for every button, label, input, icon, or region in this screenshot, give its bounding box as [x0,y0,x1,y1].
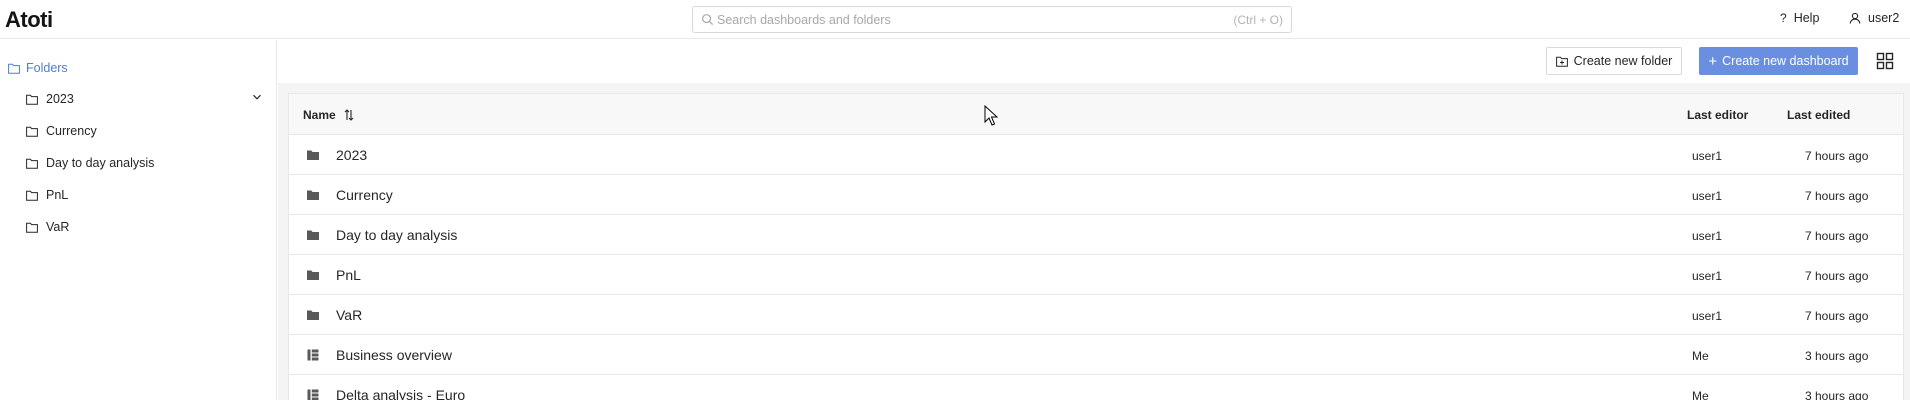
user-menu[interactable]: user2 [1849,11,1899,25]
plus-icon: + [1708,52,1718,70]
row-editor: user1 [1692,229,1723,243]
row-name: 2023 [336,147,368,163]
row-edited: 3 hours ago [1805,349,1869,363]
help-label: Help [1793,11,1820,25]
create-new-folder-button[interactable]: Create new folder [1546,47,1682,75]
search-icon [702,14,714,26]
search-shortcut-hint: (Ctrl + O) [1233,13,1283,27]
sidebar-item-label: Day to day analysis [46,156,155,170]
folder-icon [26,222,38,233]
sidebar-item-label: Currency [46,124,97,138]
folder-icon [8,63,20,74]
folder-icon [26,126,38,137]
row-editor: user1 [1692,309,1723,323]
row-name: PnL [336,267,361,283]
folder-icon [26,94,38,105]
row-name: Business overview [336,347,452,363]
dashboard-icon [307,389,319,400]
top-header: Atoti Search dashboards and folders (Ctr… [0,0,1910,39]
table-row[interactable]: PnL user1 7 hours ago [289,255,1903,295]
sort-icon[interactable] [344,109,354,121]
column-header-name[interactable]: Name [303,108,354,122]
atoti-logo[interactable]: Atoti [5,7,53,33]
table-row[interactable]: 2023 user1 7 hours ago [289,135,1903,175]
row-name: Currency [336,187,393,203]
column-header-last-edited[interactable]: Last edited [1787,108,1850,122]
row-edited: 7 hours ago [1805,189,1869,203]
row-editor: Me [1692,389,1709,400]
main-content: Create new folder + Create new dashboard… [278,40,1910,400]
question-icon: ? [1780,11,1787,25]
row-editor: user1 [1692,149,1723,163]
sidebar-root-label: Folders [26,61,68,75]
create-new-folder-label: Create new folder [1573,54,1673,68]
toolbar: Create new folder + Create new dashboard [278,40,1910,83]
grid-view-icon[interactable] [1876,52,1894,70]
table-row[interactable]: Business overview Me 3 hours ago [289,335,1903,375]
table-row[interactable]: Currency user1 7 hours ago [289,175,1903,215]
sidebar-item-currency[interactable]: Currency [26,124,97,138]
table-header: Name Last editor Last edited [289,94,1903,135]
sidebar-item-var[interactable]: VaR [26,220,69,234]
folder-filled-icon [307,230,319,240]
row-edited: 7 hours ago [1805,309,1869,323]
row-name: Delta analysis - Euro [336,387,466,400]
create-new-dashboard-label: Create new dashboard [1722,54,1849,68]
search-placeholder: Search dashboards and folders [717,13,891,27]
folder-filled-icon [307,150,319,160]
chevron-down-icon[interactable] [252,92,262,102]
folder-sidebar: Folders 2023 Currency Day to day analysi… [0,40,277,400]
column-name-label: Name [303,108,336,122]
row-edited: 7 hours ago [1805,149,1869,163]
row-editor: Me [1692,349,1709,363]
create-new-dashboard-button[interactable]: + Create new dashboard [1699,47,1858,75]
row-edited: 7 hours ago [1805,229,1869,243]
sidebar-item-2023[interactable]: 2023 [26,92,74,106]
folder-filled-icon [307,190,319,200]
column-header-last-editor[interactable]: Last editor [1687,108,1748,122]
table-row[interactable]: Delta analysis - Euro Me 3 hours ago [289,375,1903,400]
folder-icon [26,190,38,201]
row-name: Day to day analysis [336,227,458,243]
search-input[interactable]: Search dashboards and folders (Ctrl + O) [692,6,1292,33]
row-name: VaR [336,307,363,323]
folder-filled-icon [307,270,319,280]
user-icon [1849,12,1861,24]
folder-add-icon [1555,56,1568,67]
table-row[interactable]: VaR user1 7 hours ago [289,295,1903,335]
user-label: user2 [1868,11,1900,25]
row-editor: user1 [1692,269,1723,283]
folder-icon [26,158,38,169]
row-editor: user1 [1692,189,1723,203]
folder-filled-icon [307,310,319,320]
help-button[interactable]: ? Help [1780,11,1819,25]
dashboard-icon [307,349,319,361]
table-row[interactable]: Day to day analysis user1 7 hours ago [289,215,1903,255]
row-edited: 7 hours ago [1805,269,1869,283]
sidebar-root-folders[interactable]: Folders [8,61,68,75]
sidebar-item-label: VaR [46,220,70,234]
sidebar-item-day-to-day-analysis[interactable]: Day to day analysis [26,156,154,170]
sidebar-item-label: PnL [46,188,69,202]
dashboards-table: Name Last editor Last edited 2023 user1 … [288,93,1904,400]
row-edited: 3 hours ago [1805,389,1869,400]
sidebar-item-label: 2023 [46,92,74,106]
sidebar-item-pnl[interactable]: PnL [26,188,68,202]
